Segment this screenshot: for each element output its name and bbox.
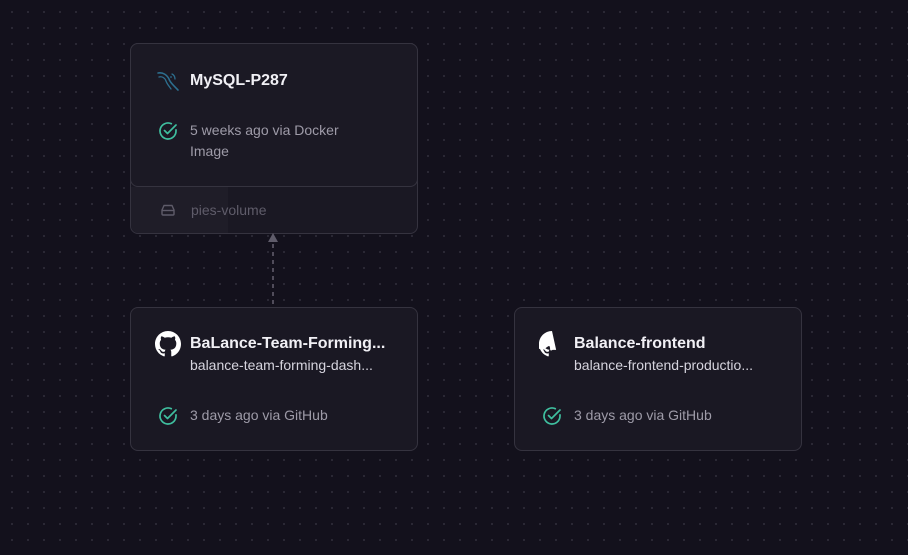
service-card-frontend[interactable]: Balance-frontend balance-frontend-produc… (514, 307, 802, 451)
service-header: Balance-frontend balance-frontend-produc… (538, 330, 789, 374)
service-card-main[interactable]: MySQL-P287 5 weeks ago via Docker Image (130, 43, 418, 187)
volume-row[interactable]: pies-volume (131, 187, 417, 233)
service-repo: balance-frontend-productio... (574, 357, 753, 373)
deploy-status: 5 weeks ago via Docker Image (154, 120, 365, 162)
dependency-connector (268, 233, 278, 307)
service-card-mysql[interactable]: MySQL-P287 5 weeks ago via Docker Image (130, 43, 418, 234)
project-canvas[interactable]: MySQL-P287 5 weeks ago via Docker Image (0, 0, 908, 555)
check-circle-icon (154, 405, 182, 427)
github-icon (154, 330, 182, 358)
mysql-icon (154, 67, 182, 95)
github-icon (538, 330, 566, 358)
check-circle-icon (154, 120, 182, 142)
hard-drive-icon (159, 201, 177, 219)
deploy-status-text: 3 days ago via GitHub (190, 407, 328, 423)
service-card-team-forming[interactable]: BaLance-Team-Forming... balance-team-for… (130, 307, 418, 451)
service-header: MySQL-P287 (154, 67, 405, 95)
deploy-status: 3 days ago via GitHub (538, 405, 749, 427)
deploy-status-text: 5 weeks ago via Docker Image (190, 122, 339, 159)
service-name: MySQL-P287 (190, 72, 288, 89)
deploy-status-text: 3 days ago via GitHub (574, 407, 712, 423)
service-name: BaLance-Team-Forming... (190, 335, 386, 352)
service-name: Balance-frontend (574, 335, 706, 352)
volume-label: pies-volume (191, 202, 267, 218)
deploy-status: 3 days ago via GitHub (154, 405, 365, 427)
service-header: BaLance-Team-Forming... balance-team-for… (154, 330, 405, 374)
service-repo: balance-team-forming-dash... (190, 357, 373, 373)
check-circle-icon (538, 405, 566, 427)
